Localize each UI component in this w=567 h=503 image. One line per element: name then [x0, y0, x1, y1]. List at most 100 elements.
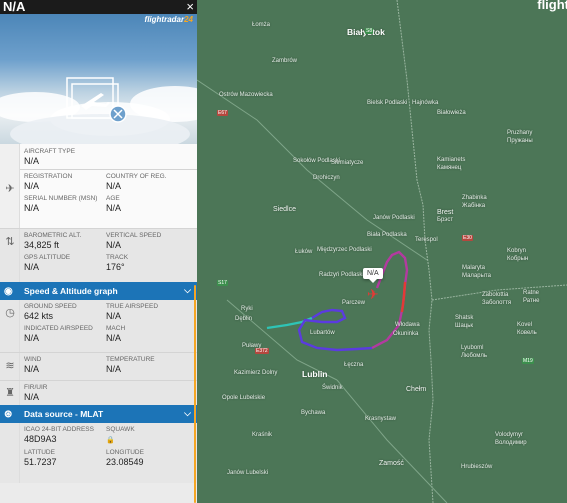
city-label: Malaryta [462, 265, 486, 271]
city-label: Ryki [241, 306, 253, 312]
city-label: Hrubieszów [461, 464, 493, 470]
city-label: Ковель [517, 330, 537, 336]
city-label: Kobryn [507, 248, 527, 254]
speed-altitude-graph-toggle[interactable]: ◉ Speed & Altitude graph ⌵ [0, 282, 197, 300]
speed-section-title: Speed & Altitude graph [24, 286, 118, 296]
close-button[interactable]: × [186, 0, 194, 13]
city-label: Okuninka [393, 331, 419, 337]
city-label: Opole Lubelskie [222, 395, 266, 401]
data-source-toggle[interactable]: ⊛ Data source - MLAT ⌵ [0, 405, 197, 423]
no-image-icon [66, 77, 127, 123]
city-label: Drohiczyn [313, 175, 340, 181]
baro-alt-value: 34,825 ft [24, 240, 60, 250]
indicated-airspeed-value: N/A [24, 333, 40, 343]
city-label: Janów Podlaski [373, 215, 415, 221]
city-label: Łuków [295, 249, 313, 255]
temperature-value: N/A [106, 364, 122, 374]
city-label: Bielsk Podlaski [367, 100, 408, 106]
city-label: Międzyrzec Podlaski [317, 247, 372, 253]
city-label: Zambrów [272, 58, 298, 64]
airplane-icon: ✈ [5, 183, 15, 195]
altitude-icon: ⇅ [5, 236, 15, 248]
fir-label: FIR/UIR [24, 384, 48, 391]
city-label: Ostrów Mazowiecka [219, 92, 273, 98]
city-label: Volodymyr [495, 432, 524, 438]
chevron-down-icon: ⌵ [184, 408, 191, 418]
city-label: Shatsk [455, 315, 474, 321]
tower-icon: ♜ [5, 387, 15, 399]
ground-speed-value: 642 kts [24, 311, 54, 321]
lock-icon: 🔒 [106, 437, 115, 444]
city-label: Lyuboml [461, 345, 484, 351]
city-label: Lublin [302, 369, 328, 379]
flight-path-segment [400, 281, 407, 313]
gps-alt-label: GPS ALTITUDE [24, 254, 71, 261]
aircraft-section: ✈ AIRCRAFT TYPE N/A REGISTRATION N/A COUN… [0, 144, 197, 228]
city-label: Chełm [406, 386, 427, 393]
aircraft-type-label: AIRCRAFT TYPE [24, 148, 76, 155]
country-label: COUNTRY OF REG. [106, 173, 167, 180]
city-label: Parczew [342, 300, 366, 306]
registration-value: N/A [24, 181, 40, 191]
aircraft-photo[interactable]: flightradar24 [0, 14, 197, 144]
city-label: Biała Podlaska [367, 232, 407, 238]
serial-value: N/A [24, 203, 40, 213]
city-label: Володимир [495, 440, 527, 446]
chevron-down-icon: ⌵ [184, 285, 191, 295]
city-label: Брэст [437, 217, 454, 223]
city-label: Radzyń Podlaski [319, 272, 364, 278]
baro-alt-label: BAROMETRIC ALT. [24, 232, 82, 239]
track-label: TRACK [106, 254, 129, 261]
city-label: Włodawa [395, 322, 420, 328]
city-label: Dęblin [235, 316, 253, 322]
source-section: ICAO 24-BIT ADDRESS 48D9A3 SQUAWK 🔒 LATITU… [0, 423, 197, 483]
road-badge: M19 [522, 358, 534, 364]
city-label: Маларыта [462, 273, 491, 279]
city-label: Białowieża [437, 110, 466, 116]
map-brand-logo: flight [537, 0, 567, 12]
fr24-logo: flightradar24 [144, 15, 193, 24]
city-label: Шацьк [455, 323, 474, 329]
mach-label: MACH [106, 325, 126, 332]
city-label: Kamianets [437, 157, 466, 163]
ground-speed-label: GROUND SPEED [24, 303, 77, 310]
road-badge: E67 [217, 110, 228, 116]
true-airspeed-label: TRUE AIRSPEED [106, 303, 159, 310]
squawk-label: SQUAWK [106, 426, 135, 433]
city-label: Камянец [437, 165, 462, 171]
registration-label: REGISTRATION [24, 173, 73, 180]
airplane-icon[interactable]: ✈ [367, 287, 379, 301]
road-line [336, 379, 448, 503]
wind-label: WIND [24, 356, 42, 363]
data-source-title: Data source - MLAT [24, 409, 104, 419]
fir-section: ♜ FIR/UIR N/A [0, 380, 197, 405]
flight-info-panel: N/A × flightradar24 ✈ AIRCRAFT TYPE N/A … [0, 0, 197, 503]
panel-scrollbar[interactable] [194, 285, 196, 503]
road-badge: S17 [217, 280, 228, 286]
city-label: Siedlce [273, 206, 296, 213]
aircraft-map-label[interactable]: N/A [363, 268, 383, 283]
city-label: Świdnik [322, 385, 343, 391]
map-view[interactable]: flight Białystok Łomża Zambrów Ostrów Ma… [197, 0, 567, 503]
city-label: Brest [437, 209, 454, 216]
speedometer-icon: ◷ [5, 307, 15, 319]
weather-section: ≋ WIND N/A TEMPERATURE N/A [0, 352, 197, 380]
vspeed-label: VERTICAL SPEED [106, 232, 162, 239]
city-label: Lubartów [310, 330, 335, 336]
longitude-value: 23.08549 [106, 457, 144, 467]
latitude-label: LATITUDE [24, 449, 55, 456]
chart-icon: ◉ [4, 285, 13, 297]
flight-title: N/A [3, 0, 26, 14]
city-label: Bychawa [301, 410, 326, 416]
city-label: Kazimierz Dolny [234, 370, 278, 376]
true-airspeed-value: N/A [106, 311, 122, 321]
city-label: Pruzhany [507, 130, 533, 136]
age-value: N/A [106, 203, 122, 213]
city-label: Кобрын [507, 256, 529, 262]
city-label: Любомль [461, 353, 487, 359]
altitude-section: ⇅ BAROMETRIC ALT. 34,825 ft VERTICAL SPEE… [0, 228, 197, 282]
wind-value: N/A [24, 364, 40, 374]
gps-alt-value: N/A [24, 262, 40, 272]
road-badge: E30 [462, 235, 473, 241]
city-label: Zabolottia [482, 292, 509, 298]
